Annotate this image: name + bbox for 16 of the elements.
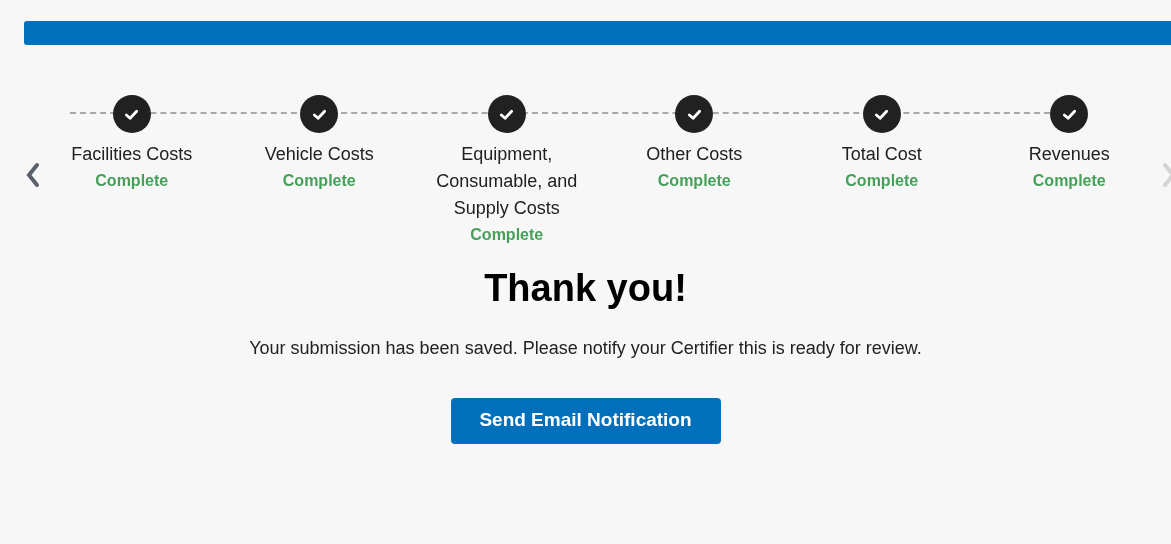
step-label: Total Cost [840, 143, 923, 166]
heading: Thank you! [484, 266, 687, 311]
step-status: Complete [282, 171, 356, 191]
previous-arrow-icon[interactable] [24, 161, 42, 189]
step-status: Complete [470, 225, 544, 245]
step-status: Complete [95, 171, 169, 191]
step-label: Facilities Costs [70, 143, 194, 166]
step-status: Complete [845, 171, 919, 191]
step-label: Vehicle Costs [263, 143, 375, 166]
confirmation-message: Your submission has been saved. Please notify your Certifier this is ready for review. [249, 336, 922, 360]
step-status: Complete [1032, 171, 1106, 191]
send-email-button[interactable]: Send Email Notification [450, 397, 721, 444]
step-label: Revenues [1027, 143, 1111, 166]
step-status: Complete [657, 171, 731, 191]
step-label: Other Costs [645, 143, 744, 166]
step-label: Equipment, Consumable, and Supply Costs [435, 143, 579, 220]
